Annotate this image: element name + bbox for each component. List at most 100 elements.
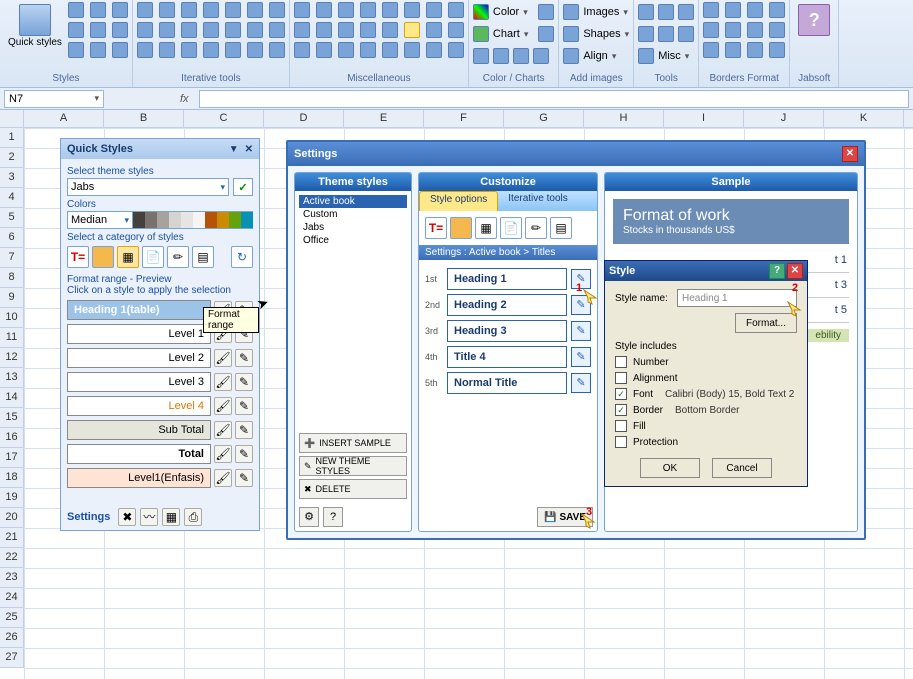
row-header[interactable]: 2 bbox=[0, 148, 24, 168]
theme-item[interactable]: Custom bbox=[299, 208, 407, 221]
row-header[interactable]: 20 bbox=[0, 508, 24, 528]
tool-icon[interactable] bbox=[360, 42, 376, 58]
dropdown-icon[interactable]: ▼ bbox=[229, 144, 239, 155]
color-swatch[interactable] bbox=[169, 211, 181, 229]
color-swatch[interactable] bbox=[205, 211, 217, 229]
row-header[interactable]: 26 bbox=[0, 628, 24, 648]
style-preview[interactable]: Sub Total bbox=[67, 420, 211, 440]
cat-titles-icon[interactable]: T= bbox=[67, 246, 89, 268]
style-name-input[interactable]: Heading 1 bbox=[677, 289, 797, 307]
tool-icon[interactable] bbox=[159, 2, 175, 18]
tool-icon[interactable] bbox=[225, 42, 241, 58]
color-swatch[interactable] bbox=[193, 211, 205, 229]
tool-icon[interactable] bbox=[658, 26, 674, 42]
edit-style-icon[interactable]: ✎ bbox=[235, 469, 253, 487]
tool-icon[interactable] bbox=[181, 22, 197, 38]
color-swatch[interactable] bbox=[229, 211, 241, 229]
refresh-icon[interactable]: ↻ bbox=[231, 246, 253, 268]
style-icon[interactable] bbox=[68, 2, 84, 18]
apply-style-icon[interactable]: 🖌 bbox=[214, 469, 232, 487]
apply-check[interactable]: ✓ bbox=[233, 178, 253, 196]
column-header[interactable]: I bbox=[664, 110, 744, 127]
theme-item[interactable]: Office bbox=[299, 234, 407, 247]
color-swatch[interactable] bbox=[241, 211, 253, 229]
cancel-button[interactable]: Cancel bbox=[712, 458, 772, 478]
column-header[interactable]: B bbox=[104, 110, 184, 127]
settings-titlebar[interactable]: Settings ✕ bbox=[288, 142, 864, 166]
edit-pen-icon[interactable]: ✎ bbox=[571, 373, 591, 393]
checkbox[interactable] bbox=[615, 372, 627, 384]
cat-grid-icon[interactable]: ▤ bbox=[550, 217, 572, 239]
tool-icon[interactable] bbox=[448, 22, 464, 38]
shapes-row[interactable]: Shapes▾ bbox=[563, 24, 629, 44]
chart-row[interactable]: Chart▾ bbox=[473, 24, 554, 44]
tool-icon[interactable] bbox=[404, 2, 420, 18]
tool-icon[interactable] bbox=[137, 42, 153, 58]
tool-icon[interactable] bbox=[404, 22, 420, 38]
row-header[interactable]: 11 bbox=[0, 328, 24, 348]
border-icon[interactable] bbox=[703, 42, 719, 58]
style-preview[interactable]: Level 2 bbox=[67, 348, 211, 368]
apply-style-icon[interactable]: 🖌 bbox=[214, 421, 232, 439]
color-swatch[interactable] bbox=[133, 211, 145, 229]
tool-icon[interactable] bbox=[159, 22, 175, 38]
tool-icon[interactable] bbox=[181, 2, 197, 18]
cat-grid-icon[interactable]: ▤ bbox=[192, 246, 214, 268]
tool-icon[interactable] bbox=[294, 22, 310, 38]
close-icon[interactable]: ✕ bbox=[245, 144, 253, 155]
tool-icon[interactable] bbox=[316, 2, 332, 18]
column-header[interactable]: E bbox=[344, 110, 424, 127]
edit-style-icon[interactable]: ✎ bbox=[235, 445, 253, 463]
tool-icon[interactable] bbox=[159, 42, 175, 58]
misc-row[interactable]: Misc▾ bbox=[638, 46, 689, 66]
tool-icon[interactable] bbox=[448, 42, 464, 58]
cat-titles-icon[interactable]: T= bbox=[425, 217, 447, 239]
tool-icon[interactable] bbox=[269, 22, 285, 38]
tool-icon[interactable] bbox=[203, 22, 219, 38]
tool-icon[interactable] bbox=[382, 2, 398, 18]
style-preview[interactable]: Level 4 bbox=[67, 396, 211, 416]
row-header[interactable]: 3 bbox=[0, 168, 24, 188]
row-header[interactable]: 7 bbox=[0, 248, 24, 268]
cat-data-icon[interactable] bbox=[450, 217, 472, 239]
border-icon[interactable] bbox=[769, 42, 785, 58]
tool-icon[interactable] bbox=[338, 2, 354, 18]
row-header[interactable]: 14 bbox=[0, 388, 24, 408]
heading-input[interactable]: Title 4 bbox=[447, 346, 567, 368]
border-icon[interactable] bbox=[747, 2, 763, 18]
cat-chart-icon[interactable]: ✏ bbox=[525, 217, 547, 239]
colors-select[interactable]: Median▾ bbox=[67, 211, 133, 229]
column-header[interactable]: F bbox=[424, 110, 504, 127]
tool-icon[interactable] bbox=[382, 22, 398, 38]
border-icon[interactable] bbox=[725, 22, 741, 38]
close-icon[interactable]: ✕ bbox=[842, 146, 858, 162]
color-swatch[interactable] bbox=[145, 211, 157, 229]
name-box[interactable]: N7▾ bbox=[4, 90, 104, 108]
tool-icon[interactable] bbox=[247, 22, 263, 38]
theme-action-button[interactable]: ➕INSERT SAMPLE bbox=[299, 433, 407, 453]
panel-titlebar[interactable]: Quick Styles ▼✕ bbox=[61, 139, 259, 159]
tool-icon[interactable] bbox=[678, 26, 694, 42]
tool-icon[interactable] bbox=[638, 4, 654, 20]
ok-button[interactable]: OK bbox=[640, 458, 700, 478]
cat-report-icon[interactable]: 📄 bbox=[500, 217, 522, 239]
tool-icon[interactable] bbox=[316, 22, 332, 38]
select-all-corner[interactable] bbox=[0, 110, 24, 127]
row-header[interactable]: 8 bbox=[0, 268, 24, 288]
column-header[interactable]: D bbox=[264, 110, 344, 127]
formula-input[interactable] bbox=[199, 90, 909, 108]
heading-input[interactable]: Heading 2 bbox=[447, 294, 567, 316]
row-header[interactable]: 1 bbox=[0, 128, 24, 148]
cat-report-icon[interactable]: 📄 bbox=[142, 246, 164, 268]
tool-icon[interactable] bbox=[316, 42, 332, 58]
align-row[interactable] bbox=[473, 46, 549, 66]
style-icon[interactable] bbox=[90, 42, 106, 58]
style-preview[interactable]: Level 1 bbox=[67, 324, 211, 344]
checkbox[interactable] bbox=[615, 388, 627, 400]
border-icon[interactable] bbox=[769, 22, 785, 38]
color-row[interactable]: Color▾ bbox=[473, 2, 554, 22]
edit-pen-icon[interactable]: ✎ bbox=[571, 347, 591, 367]
border-icon[interactable] bbox=[725, 2, 741, 18]
apply-style-icon[interactable]: 🖌 bbox=[214, 397, 232, 415]
column-header[interactable]: K bbox=[824, 110, 904, 127]
